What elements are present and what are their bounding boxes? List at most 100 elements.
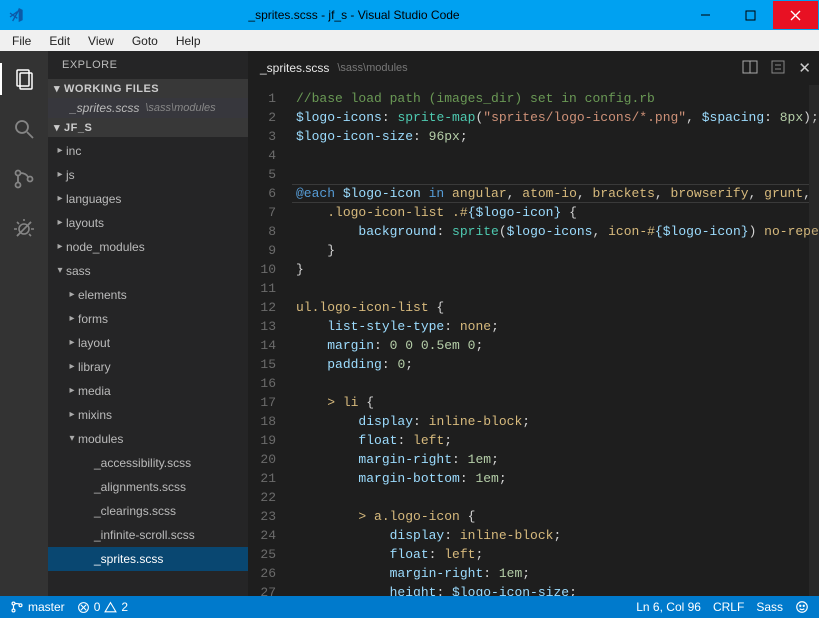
code-line[interactable]: background: sprite($logo-icons, icon-#{$… xyxy=(296,222,819,241)
activity-git-button[interactable] xyxy=(0,159,48,199)
code-line[interactable]: @each $logo-icon in angular, atom-io, br… xyxy=(296,184,819,203)
status-eol[interactable]: CRLF xyxy=(713,600,744,614)
tree-file[interactable]: _alignments.scss xyxy=(48,475,248,499)
tree-folder[interactable]: ▸media xyxy=(48,379,248,403)
tree-file[interactable]: _infinite-scroll.scss xyxy=(48,523,248,547)
code-line[interactable]: $logo-icon-size: 96px; xyxy=(296,127,819,146)
status-warnings: 2 xyxy=(121,600,128,614)
code-line[interactable]: //base load path (images_dir) set in con… xyxy=(296,89,819,108)
code-line[interactable]: float: left; xyxy=(296,545,819,564)
code-line[interactable] xyxy=(296,374,819,393)
tree-file[interactable]: _sprites.scss xyxy=(48,547,248,571)
tree-file[interactable]: _accessibility.scss xyxy=(48,451,248,475)
tree-folder[interactable]: ▸js xyxy=(48,163,248,187)
code-line[interactable]: margin: 0 0 0.5em 0; xyxy=(296,336,819,355)
vertical-scrollbar[interactable] xyxy=(809,85,819,596)
chevron-right-icon: ▸ xyxy=(66,333,78,353)
chevron-down-icon: ▾ xyxy=(54,121,60,134)
line-number: 8 xyxy=(248,222,276,241)
editor-tab-filename: _sprites.scss xyxy=(260,61,329,75)
status-errors: 0 xyxy=(94,600,101,614)
line-number: 1 xyxy=(248,89,276,108)
code-area[interactable]: 1234567891011121314151617181920212223242… xyxy=(248,85,819,596)
code-line[interactable]: margin-bottom: 1em; xyxy=(296,469,819,488)
status-bar: master 0 2 Ln 6, Col 96 CRLF Sass xyxy=(0,596,819,618)
code-line[interactable] xyxy=(296,279,819,298)
tree-item-label: js xyxy=(66,165,75,185)
line-number: 13 xyxy=(248,317,276,336)
tree-folder[interactable]: ▾sass xyxy=(48,259,248,283)
code-line[interactable] xyxy=(296,165,819,184)
menu-file[interactable]: File xyxy=(4,32,39,50)
status-git-branch[interactable]: master xyxy=(10,600,65,614)
code-line[interactable]: height: $logo-icon-size; xyxy=(296,583,819,596)
line-number: 16 xyxy=(248,374,276,393)
tree-item-label: inc xyxy=(66,141,81,161)
code-line[interactable]: > a.logo-icon { xyxy=(296,507,819,526)
tree-item-label: _sprites.scss xyxy=(94,549,163,569)
menu-goto[interactable]: Goto xyxy=(124,32,166,50)
menu-help[interactable]: Help xyxy=(168,32,209,50)
tree-folder[interactable]: ▸mixins xyxy=(48,403,248,427)
code-line[interactable]: padding: 0; xyxy=(296,355,819,374)
tree-folder[interactable]: ▸layouts xyxy=(48,211,248,235)
menu-edit[interactable]: Edit xyxy=(41,32,78,50)
code-line[interactable]: > li { xyxy=(296,393,819,412)
code-content[interactable]: //base load path (images_dir) set in con… xyxy=(292,85,819,596)
tree-item-label: library xyxy=(78,357,111,377)
activity-debug-button[interactable] xyxy=(0,209,48,249)
working-files-header[interactable]: ▾ WORKING FILES xyxy=(48,79,248,98)
code-line[interactable] xyxy=(296,146,819,165)
line-number: 19 xyxy=(248,431,276,450)
code-line[interactable] xyxy=(296,488,819,507)
status-cursor-position[interactable]: Ln 6, Col 96 xyxy=(636,600,701,614)
window-minimize-button[interactable] xyxy=(683,1,728,29)
code-line[interactable]: margin-right: 1em; xyxy=(296,450,819,469)
activity-explorer-button[interactable] xyxy=(0,59,48,99)
tree-folder[interactable]: ▸elements xyxy=(48,283,248,307)
working-file-item[interactable]: _sprites.scss \sass\modules xyxy=(48,98,248,118)
code-line[interactable]: .logo-icon-list .#{$logo-icon} { xyxy=(296,203,819,222)
line-number: 9 xyxy=(248,241,276,260)
tree-item-label: forms xyxy=(78,309,108,329)
code-line[interactable]: display: inline-block; xyxy=(296,412,819,431)
chevron-right-icon: ▸ xyxy=(66,309,78,329)
editor-tab[interactable]: _sprites.scss \sass\modules xyxy=(260,61,408,75)
tree-folder[interactable]: ▾modules xyxy=(48,427,248,451)
window-close-button[interactable] xyxy=(773,1,818,29)
window-maximize-button[interactable] xyxy=(728,1,773,29)
code-line[interactable]: } xyxy=(296,260,819,279)
code-line[interactable]: margin-right: 1em; xyxy=(296,564,819,583)
tree-folder[interactable]: ▸inc xyxy=(48,139,248,163)
menu-view[interactable]: View xyxy=(80,32,122,50)
status-problems[interactable]: 0 2 xyxy=(77,600,128,614)
activity-search-button[interactable] xyxy=(0,109,48,149)
line-number: 4 xyxy=(248,146,276,165)
code-line[interactable]: list-style-type: none; xyxy=(296,317,819,336)
tree-item-label: mixins xyxy=(78,405,112,425)
more-actions-icon[interactable] xyxy=(770,59,786,78)
tree-item-label: _alignments.scss xyxy=(94,477,186,497)
code-line[interactable]: ul.logo-icon-list { xyxy=(296,298,819,317)
chevron-right-icon: ▸ xyxy=(54,213,66,233)
split-editor-icon[interactable] xyxy=(742,59,758,78)
project-header[interactable]: ▾ JF_S xyxy=(48,118,248,137)
line-number: 2 xyxy=(248,108,276,127)
file-tree: ▸inc▸js▸languages▸layouts▸node_modules▾s… xyxy=(48,137,248,596)
status-language[interactable]: Sass xyxy=(756,600,783,614)
window-titlebar: _sprites.scss - jf_s - Visual Studio Cod… xyxy=(0,0,819,30)
code-line[interactable]: } xyxy=(296,241,819,260)
close-editor-icon[interactable]: ✕ xyxy=(798,59,811,77)
status-feedback-icon[interactable] xyxy=(795,600,809,614)
tree-folder[interactable]: ▸node_modules xyxy=(48,235,248,259)
tree-folder[interactable]: ▸library xyxy=(48,355,248,379)
tree-folder[interactable]: ▸forms xyxy=(48,307,248,331)
tree-file[interactable]: _clearings.scss xyxy=(48,499,248,523)
tree-folder[interactable]: ▸languages xyxy=(48,187,248,211)
line-number: 23 xyxy=(248,507,276,526)
tree-folder[interactable]: ▸layout xyxy=(48,331,248,355)
line-number: 6 xyxy=(248,184,276,203)
code-line[interactable]: float: left; xyxy=(296,431,819,450)
code-line[interactable]: display: inline-block; xyxy=(296,526,819,545)
code-line[interactable]: $logo-icons: sprite-map("sprites/logo-ic… xyxy=(296,108,819,127)
